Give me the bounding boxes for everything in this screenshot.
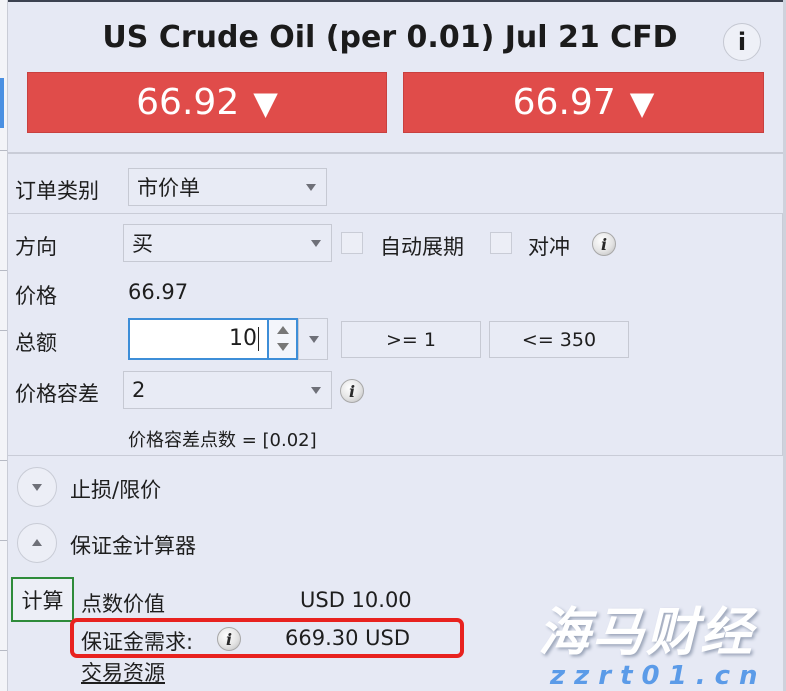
chevron-down-icon (306, 184, 316, 191)
direction-selected: 买 (132, 232, 153, 256)
amount-label: 总额 (15, 331, 57, 355)
auto-rollover-label: 自动展期 (380, 235, 464, 259)
amount-input[interactable]: 10 (128, 318, 269, 360)
watermark-brand: 海马财经 (538, 603, 755, 663)
margin-info-icon[interactable]: i (217, 627, 241, 651)
hedge-checkbox[interactable] (490, 232, 512, 254)
collapse-icon (32, 539, 42, 546)
pip-value-label: 点数价值 (81, 592, 165, 616)
margin-requirement-value: 669.30 USD (285, 626, 411, 650)
chevron-down-icon (309, 336, 319, 343)
sell-price-button[interactable]: 66.92 ▼ (27, 72, 387, 133)
left-panel-divider (0, 650, 7, 651)
calculate-button[interactable]: 计算 (11, 577, 74, 622)
left-panel-divider (0, 540, 7, 541)
direction-label: 方向 (15, 235, 57, 259)
instrument-title: US Crude Oil (per 0.01) Jul 21 CFD (102, 20, 678, 55)
tolerance-info-icon[interactable]: i (340, 379, 364, 403)
direction-select[interactable]: 买 (123, 224, 332, 262)
left-panel-selection-marker (0, 78, 4, 128)
price-tolerance-select[interactable]: 2 (123, 371, 332, 409)
stop-limit-section-label[interactable]: 止损/限价 (70, 474, 161, 504)
window-top-border (0, 0, 786, 2)
price-value: 66.97 (128, 280, 189, 304)
price-label: 价格 (15, 284, 57, 308)
instrument-info-button[interactable]: i (723, 23, 761, 61)
hedge-info-icon[interactable]: i (592, 232, 616, 256)
divider (7, 152, 783, 154)
watermark: 海马财经 zzrt01.cn (538, 590, 783, 691)
chevron-down-icon (311, 387, 321, 394)
order-type-select[interactable]: 市价单 (128, 168, 327, 206)
expand-icon (32, 484, 42, 491)
chevron-down-icon (311, 240, 321, 247)
margin-calculator-toggle[interactable] (17, 523, 57, 563)
max-amount-button[interactable]: <= 350 (489, 321, 629, 358)
spinner-up-icon[interactable] (277, 326, 289, 334)
price-down-arrow-icon: ▼ (253, 83, 278, 122)
stop-limit-toggle[interactable] (17, 467, 57, 507)
auto-rollover-checkbox[interactable] (341, 232, 363, 254)
left-panel-divider (0, 270, 7, 271)
trading-resources-link[interactable]: 交易资源 (81, 657, 165, 687)
amount-spinner[interactable] (268, 318, 298, 360)
spinner-down-icon[interactable] (277, 343, 289, 351)
left-panel-divider (0, 150, 7, 151)
buy-price-value: 66.97 (512, 82, 616, 123)
min-amount-button[interactable]: >= 1 (341, 321, 481, 358)
watermark-url: zzrt01.cn (550, 661, 767, 691)
price-tolerance-label: 价格容差 (15, 382, 99, 406)
left-panel-divider (0, 330, 7, 331)
left-panel-divider (0, 460, 7, 461)
pip-value: USD 10.00 (300, 588, 412, 612)
amount-dropdown-button[interactable] (298, 318, 328, 360)
amount-value: 10 (229, 326, 257, 351)
text-cursor (258, 327, 259, 351)
order-type-selected: 市价单 (137, 176, 200, 200)
tolerance-points-note: 价格容差点数 = [0.02] (128, 430, 317, 451)
margin-calculator-section-label[interactable]: 保证金计算器 (70, 530, 196, 560)
info-icon: i (737, 28, 747, 56)
price-down-arrow-icon: ▼ (629, 83, 655, 122)
order-type-label: 订单类别 (15, 179, 99, 203)
buy-price-button[interactable]: 66.97 ▼ (403, 72, 764, 133)
price-tolerance-selected: 2 (132, 378, 146, 402)
hedge-label: 对冲 (528, 235, 570, 259)
margin-requirement-label: 保证金需求: (81, 630, 194, 654)
sell-price-value: 66.92 (136, 82, 240, 123)
